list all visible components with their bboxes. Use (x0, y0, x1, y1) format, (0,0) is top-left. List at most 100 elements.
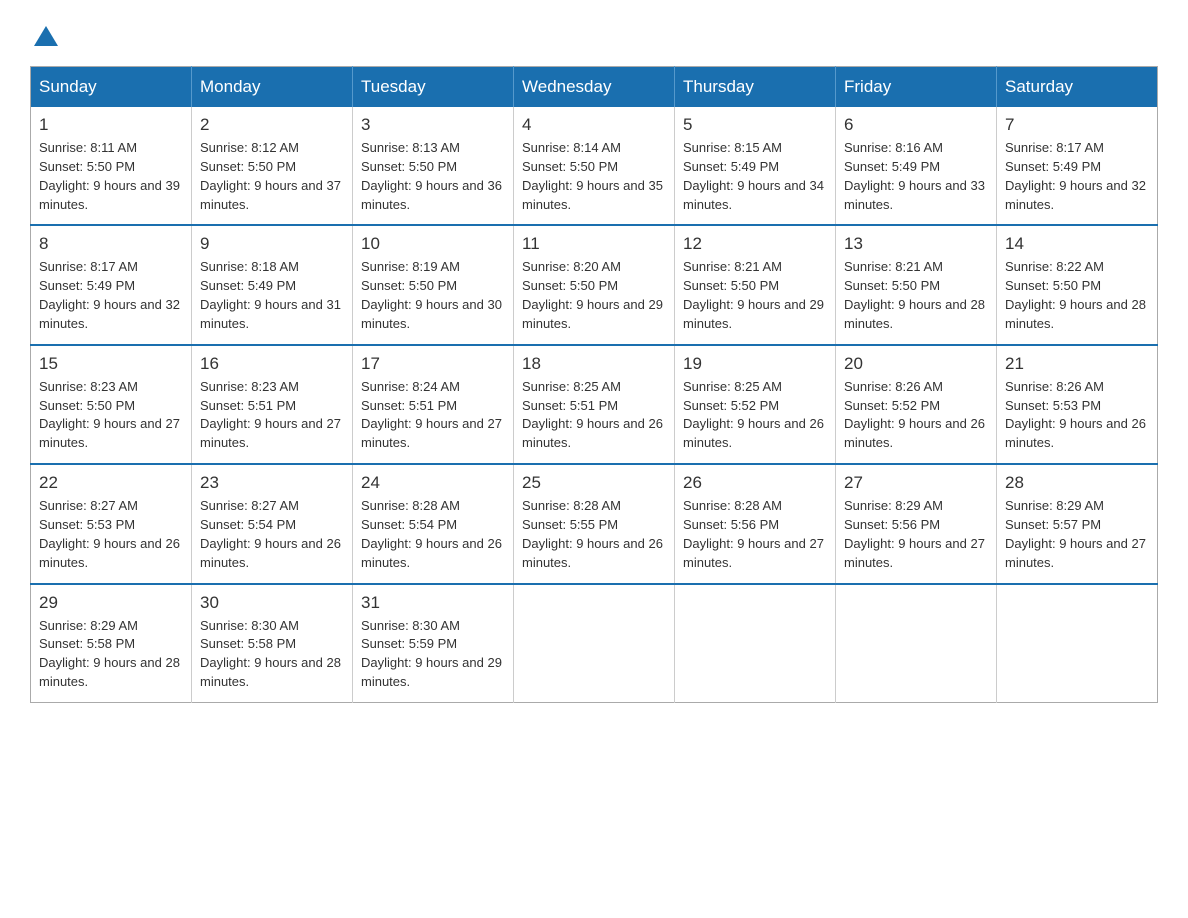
sunrise-label: Sunrise: 8:22 AM (1005, 259, 1104, 274)
sunrise-label: Sunrise: 8:18 AM (200, 259, 299, 274)
daylight-label: Daylight: 9 hours and 33 minutes. (844, 178, 985, 212)
daylight-label: Daylight: 9 hours and 27 minutes. (361, 416, 502, 450)
sunrise-label: Sunrise: 8:21 AM (844, 259, 943, 274)
day-number: 10 (361, 234, 505, 254)
day-info: Sunrise: 8:17 AM Sunset: 5:49 PM Dayligh… (39, 258, 183, 333)
daylight-label: Daylight: 9 hours and 32 minutes. (39, 297, 180, 331)
daylight-label: Daylight: 9 hours and 28 minutes. (1005, 297, 1146, 331)
calendar-week-row: 1 Sunrise: 8:11 AM Sunset: 5:50 PM Dayli… (31, 107, 1158, 225)
sunrise-label: Sunrise: 8:27 AM (200, 498, 299, 513)
day-info: Sunrise: 8:23 AM Sunset: 5:50 PM Dayligh… (39, 378, 183, 453)
sunset-label: Sunset: 5:50 PM (361, 278, 457, 293)
sunset-label: Sunset: 5:52 PM (844, 398, 940, 413)
sunset-label: Sunset: 5:50 PM (683, 278, 779, 293)
daylight-label: Daylight: 9 hours and 37 minutes. (200, 178, 341, 212)
calendar-cell: 15 Sunrise: 8:23 AM Sunset: 5:50 PM Dayl… (31, 345, 192, 464)
daylight-label: Daylight: 9 hours and 29 minutes. (522, 297, 663, 331)
calendar-cell: 21 Sunrise: 8:26 AM Sunset: 5:53 PM Dayl… (997, 345, 1158, 464)
day-number: 30 (200, 593, 344, 613)
daylight-label: Daylight: 9 hours and 28 minutes. (200, 655, 341, 689)
daylight-label: Daylight: 9 hours and 31 minutes. (200, 297, 341, 331)
sunrise-label: Sunrise: 8:27 AM (39, 498, 138, 513)
sunset-label: Sunset: 5:57 PM (1005, 517, 1101, 532)
sunrise-label: Sunrise: 8:29 AM (1005, 498, 1104, 513)
calendar-cell: 13 Sunrise: 8:21 AM Sunset: 5:50 PM Dayl… (836, 225, 997, 344)
sunset-label: Sunset: 5:51 PM (361, 398, 457, 413)
day-number: 13 (844, 234, 988, 254)
day-header-friday: Friday (836, 67, 997, 108)
day-number: 9 (200, 234, 344, 254)
day-number: 27 (844, 473, 988, 493)
day-number: 6 (844, 115, 988, 135)
calendar-cell: 25 Sunrise: 8:28 AM Sunset: 5:55 PM Dayl… (514, 464, 675, 583)
calendar-cell: 3 Sunrise: 8:13 AM Sunset: 5:50 PM Dayli… (353, 107, 514, 225)
daylight-label: Daylight: 9 hours and 28 minutes. (844, 297, 985, 331)
calendar-week-row: 22 Sunrise: 8:27 AM Sunset: 5:53 PM Dayl… (31, 464, 1158, 583)
daylight-label: Daylight: 9 hours and 26 minutes. (683, 416, 824, 450)
day-number: 28 (1005, 473, 1149, 493)
day-info: Sunrise: 8:30 AM Sunset: 5:58 PM Dayligh… (200, 617, 344, 692)
day-info: Sunrise: 8:16 AM Sunset: 5:49 PM Dayligh… (844, 139, 988, 214)
sunrise-label: Sunrise: 8:11 AM (39, 140, 137, 155)
daylight-label: Daylight: 9 hours and 30 minutes. (361, 297, 502, 331)
calendar-week-row: 8 Sunrise: 8:17 AM Sunset: 5:49 PM Dayli… (31, 225, 1158, 344)
calendar-cell: 24 Sunrise: 8:28 AM Sunset: 5:54 PM Dayl… (353, 464, 514, 583)
day-number: 5 (683, 115, 827, 135)
day-info: Sunrise: 8:28 AM Sunset: 5:55 PM Dayligh… (522, 497, 666, 572)
daylight-label: Daylight: 9 hours and 26 minutes. (39, 536, 180, 570)
calendar-week-row: 15 Sunrise: 8:23 AM Sunset: 5:50 PM Dayl… (31, 345, 1158, 464)
day-number: 16 (200, 354, 344, 374)
day-number: 25 (522, 473, 666, 493)
logo (30, 20, 60, 46)
sunset-label: Sunset: 5:50 PM (522, 159, 618, 174)
sunset-label: Sunset: 5:50 PM (361, 159, 457, 174)
calendar-cell: 20 Sunrise: 8:26 AM Sunset: 5:52 PM Dayl… (836, 345, 997, 464)
sunrise-label: Sunrise: 8:14 AM (522, 140, 621, 155)
daylight-label: Daylight: 9 hours and 26 minutes. (844, 416, 985, 450)
day-info: Sunrise: 8:28 AM Sunset: 5:56 PM Dayligh… (683, 497, 827, 572)
day-info: Sunrise: 8:19 AM Sunset: 5:50 PM Dayligh… (361, 258, 505, 333)
calendar-cell: 8 Sunrise: 8:17 AM Sunset: 5:49 PM Dayli… (31, 225, 192, 344)
calendar-cell: 1 Sunrise: 8:11 AM Sunset: 5:50 PM Dayli… (31, 107, 192, 225)
sunset-label: Sunset: 5:49 PM (1005, 159, 1101, 174)
day-number: 2 (200, 115, 344, 135)
day-info: Sunrise: 8:25 AM Sunset: 5:51 PM Dayligh… (522, 378, 666, 453)
day-info: Sunrise: 8:13 AM Sunset: 5:50 PM Dayligh… (361, 139, 505, 214)
daylight-label: Daylight: 9 hours and 32 minutes. (1005, 178, 1146, 212)
day-header-tuesday: Tuesday (353, 67, 514, 108)
sunrise-label: Sunrise: 8:30 AM (200, 618, 299, 633)
day-header-sunday: Sunday (31, 67, 192, 108)
calendar-cell: 31 Sunrise: 8:30 AM Sunset: 5:59 PM Dayl… (353, 584, 514, 703)
day-info: Sunrise: 8:21 AM Sunset: 5:50 PM Dayligh… (844, 258, 988, 333)
page-header (30, 20, 1158, 46)
day-number: 22 (39, 473, 183, 493)
sunset-label: Sunset: 5:50 PM (1005, 278, 1101, 293)
calendar-cell: 14 Sunrise: 8:22 AM Sunset: 5:50 PM Dayl… (997, 225, 1158, 344)
calendar-cell: 26 Sunrise: 8:28 AM Sunset: 5:56 PM Dayl… (675, 464, 836, 583)
daylight-label: Daylight: 9 hours and 29 minutes. (361, 655, 502, 689)
sunrise-label: Sunrise: 8:26 AM (844, 379, 943, 394)
day-info: Sunrise: 8:14 AM Sunset: 5:50 PM Dayligh… (522, 139, 666, 214)
sunrise-label: Sunrise: 8:29 AM (39, 618, 138, 633)
calendar-table: SundayMondayTuesdayWednesdayThursdayFrid… (30, 66, 1158, 703)
daylight-label: Daylight: 9 hours and 27 minutes. (200, 416, 341, 450)
sunrise-label: Sunrise: 8:23 AM (200, 379, 299, 394)
sunrise-label: Sunrise: 8:28 AM (683, 498, 782, 513)
day-info: Sunrise: 8:22 AM Sunset: 5:50 PM Dayligh… (1005, 258, 1149, 333)
day-info: Sunrise: 8:23 AM Sunset: 5:51 PM Dayligh… (200, 378, 344, 453)
sunset-label: Sunset: 5:59 PM (361, 636, 457, 651)
calendar-cell: 30 Sunrise: 8:30 AM Sunset: 5:58 PM Dayl… (192, 584, 353, 703)
calendar-cell: 6 Sunrise: 8:16 AM Sunset: 5:49 PM Dayli… (836, 107, 997, 225)
calendar-cell: 10 Sunrise: 8:19 AM Sunset: 5:50 PM Dayl… (353, 225, 514, 344)
sunset-label: Sunset: 5:52 PM (683, 398, 779, 413)
daylight-label: Daylight: 9 hours and 35 minutes. (522, 178, 663, 212)
daylight-label: Daylight: 9 hours and 29 minutes. (683, 297, 824, 331)
day-number: 26 (683, 473, 827, 493)
calendar-cell: 12 Sunrise: 8:21 AM Sunset: 5:50 PM Dayl… (675, 225, 836, 344)
day-number: 12 (683, 234, 827, 254)
sunset-label: Sunset: 5:58 PM (200, 636, 296, 651)
day-number: 29 (39, 593, 183, 613)
daylight-label: Daylight: 9 hours and 27 minutes. (1005, 536, 1146, 570)
sunrise-label: Sunrise: 8:15 AM (683, 140, 782, 155)
sunset-label: Sunset: 5:49 PM (200, 278, 296, 293)
